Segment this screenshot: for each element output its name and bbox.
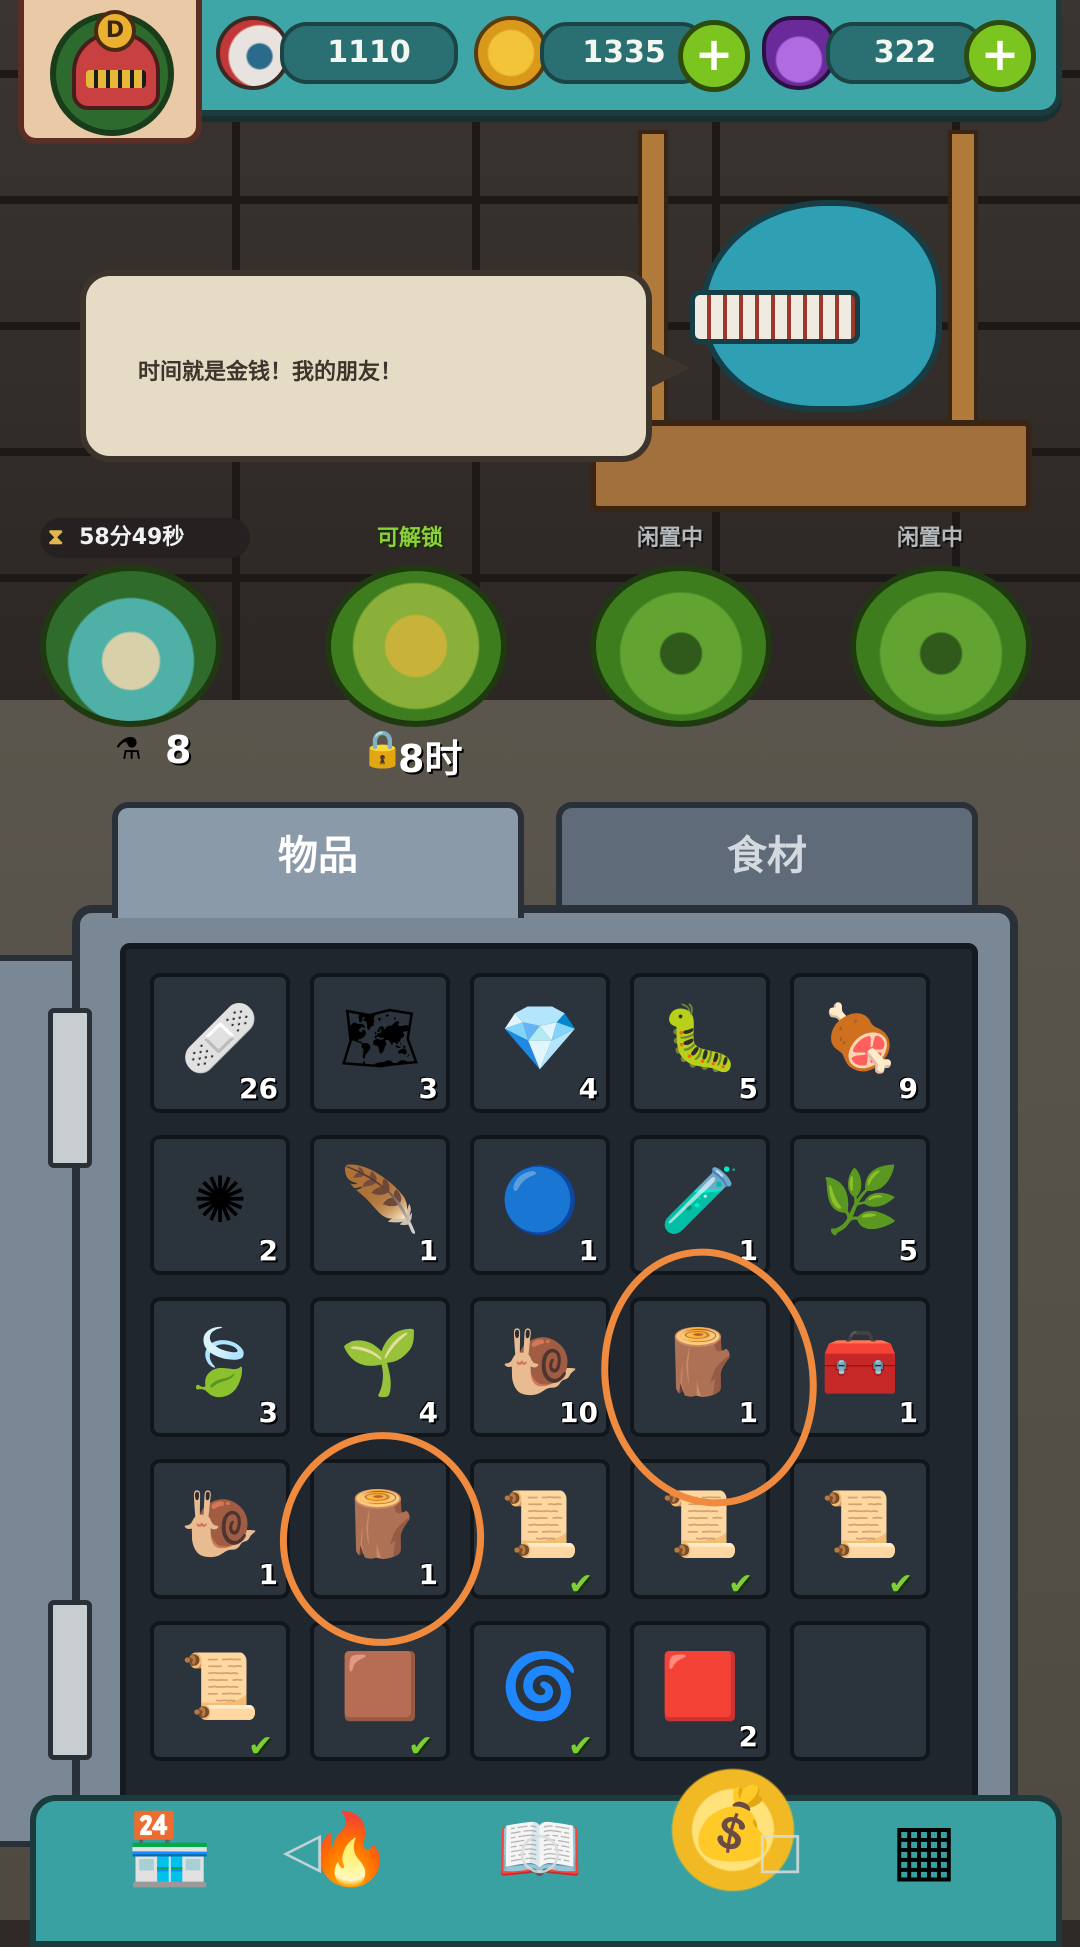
inventory-slot[interactable]: 🗺 3 [310,973,450,1113]
chest-creature-icon: 🧰 [820,1326,900,1400]
avatar-ring: D [50,10,174,136]
speech-bubble: 时间就是金钱！我的朋友！ [80,270,690,462]
snail-icon: 🐌 [180,1488,260,1562]
recents-icon[interactable]: □ [750,1820,810,1880]
hanging-platform [590,420,1032,512]
hourglass-icon: ⧗ [48,525,64,550]
map-icon: 🗺 [339,1002,421,1076]
checkmark-icon: ✔ [888,1567,914,1602]
checkmark-icon: ✔ [248,1729,274,1764]
item-count: 4 [418,1396,438,1429]
checkmark-icon: ✔ [568,1567,594,1602]
coin-icon [474,16,548,90]
tab-ingredients[interactable]: 食材 [556,802,978,918]
eyeball-icon [216,16,290,90]
item-count: 4 [578,1072,598,1105]
potion-icon [762,16,836,90]
shop-icon[interactable]: 🏪 [112,1791,228,1907]
rank-badge: D [94,10,136,52]
tab-items[interactable]: 物品 [112,802,524,918]
eyes-count: 1110 [280,22,458,84]
orb-icon: 🔵 [500,1164,580,1238]
rope-right [948,130,978,438]
inventory-slot[interactable]: 🩹 26 [150,973,290,1113]
slot-timer-text: 58分49秒 [79,525,185,550]
item-count: 1 [898,1396,918,1429]
item-count: 1 [418,1234,438,1267]
slot-2-chest-creature[interactable] [325,565,507,727]
inventory-slot[interactable]: 🌿 5 [790,1135,930,1275]
inventory-slot[interactable]: 🔵 1 [470,1135,610,1275]
slot-4-status: 闲置中 [896,526,963,551]
urchin-icon: ✺ [193,1164,247,1238]
item-count: 26 [239,1072,278,1105]
potion-icon: ⚗ [115,732,142,767]
item-count: 3 [258,1396,278,1429]
item-count: 1 [578,1234,598,1267]
inventory-slot[interactable]: 🐌 1 [150,1459,290,1599]
slot-3-empty-gear[interactable] [590,565,772,727]
inventory-slot[interactable]: 📜 ✔ [470,1459,610,1602]
checkmark-icon: ✔ [568,1729,594,1764]
inventory-empty-slot[interactable] [790,1621,930,1761]
inventory-panel: 🩹 26 🗺 3 💎 4 🐛 5 🍖 9 ✺ 2 🪶 1 🔵 1 🧪 1 🌿 5 🍃 3 🌱 4 🐌 10 🪵 1 🧰 1 🐌 1 🪵 1 📜 ✔ 📜 ✔… [72,905,1018,1931]
inventory-slot[interactable]: ✺ 2 [150,1135,290,1275]
add-coins-button[interactable]: + [678,20,750,92]
item-count: 9 [898,1072,918,1105]
vine-icon: 🌀 [500,1650,580,1724]
slot-2-status: 可解锁 [376,526,443,551]
npc-jaw [690,290,860,344]
door-hinge [48,1600,92,1760]
inventory-slot[interactable]: 📜 ✔ [790,1459,930,1602]
inventory-slot[interactable]: 🪶 1 [310,1135,450,1275]
slot-timer: ⧗ 58分49秒 [40,518,250,558]
slot-1-snail-creature[interactable] [40,565,222,727]
rune-tile-icon: 🟫 [340,1650,420,1724]
grid-menu-icon[interactable]: ▦ [866,1791,982,1907]
seeds-icon: 🌱 [340,1326,420,1400]
inventory-slot[interactable]: 🟥 2 [630,1621,770,1761]
checkmark-icon: ✔ [408,1729,434,1764]
item-count: 5 [738,1072,758,1105]
worm-icon: 🐛 [660,1002,740,1076]
crystal-icon: 💎 [500,1002,580,1076]
club-icon: 🍖 [820,1002,900,1076]
inventory-slot[interactable]: 🍃 3 [150,1297,290,1437]
purple-plant-icon: 🌿 [820,1164,900,1238]
checkmark-icon: ✔ [728,1567,754,1602]
inventory-grid: 🩹 26 🗺 3 💎 4 🐛 5 🍖 9 ✺ 2 🪶 1 🔵 1 🧪 1 🌿 5 🍃 3 🌱 4 🐌 10 🪵 1 🧰 1 🐌 1 🪵 1 📜 ✔ 📜 ✔… [120,943,978,1915]
item-count: 10 [559,1396,598,1429]
parchment-map-icon: 🟥 [660,1650,740,1724]
leaf-icon: 🍃 [180,1326,260,1400]
item-count: 3 [418,1072,438,1105]
inventory-slot[interactable]: 🐌 10 [470,1297,610,1437]
item-count: 2 [258,1234,278,1267]
inventory-slot[interactable]: 💎 4 [470,973,610,1113]
item-count: 1 [258,1558,278,1591]
potions-count: 322 [826,22,984,84]
scroll-icon: 📜 [500,1488,580,1562]
inventory-slot[interactable]: 🍖 9 [790,973,930,1113]
inventory-slot[interactable]: 🌱 4 [310,1297,450,1437]
slot-1-potion-count: 8 [165,728,192,772]
add-potions-button[interactable]: + [964,20,1036,92]
item-count: 5 [898,1234,918,1267]
slot-2-unlock-time: 8时 [398,737,463,781]
item-count: 2 [738,1720,758,1753]
feather-icon: 🪶 [340,1164,420,1238]
monster-mouth [86,70,146,88]
slot-3-status: 闲置中 [636,526,703,551]
scroll-icon: 📜 [180,1650,260,1724]
back-icon[interactable]: ◁ [272,1820,332,1880]
slot-4-empty-gear[interactable] [850,565,1032,727]
scroll-icon: 📜 [820,1488,900,1562]
avatar[interactable]: D [18,0,202,144]
door-hinge [48,1008,92,1168]
home-icon[interactable]: ○ [510,1820,570,1880]
inventory-slot[interactable]: 📜 ✔ [150,1621,290,1764]
inventory-slot[interactable]: 🐛 5 [630,973,770,1113]
bottle-skull-icon: 🧪 [660,1164,740,1238]
speech-text: 时间就是金钱！我的朋友！ [138,360,403,385]
inventory-slot[interactable]: 🌀 ✔ [470,1621,610,1764]
